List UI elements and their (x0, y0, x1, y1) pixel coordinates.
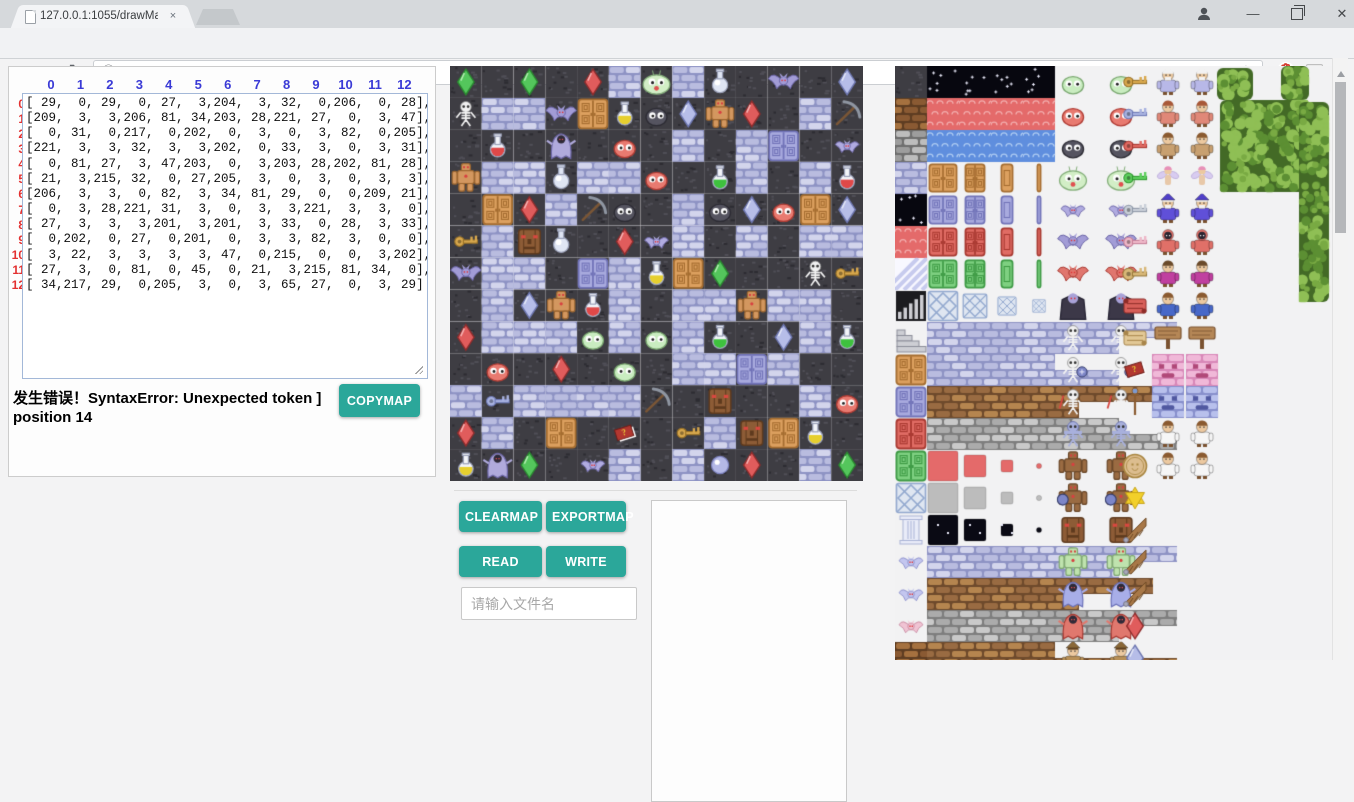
matrix-textarea[interactable] (22, 93, 428, 379)
error-message: 发生错误！SyntaxError: Unexpected token ] pos… (13, 389, 345, 427)
filename-input[interactable] (461, 587, 637, 620)
minimize-icon[interactable]: — (1245, 6, 1261, 22)
tab-title: 127.0.0.1:1055/drawMa (40, 10, 158, 24)
map-canvas[interactable] (450, 66, 863, 481)
textarea-resize-grip[interactable] (414, 365, 423, 374)
tileset-palette-canvas[interactable] (895, 66, 1332, 660)
scrollbar-thumb[interactable] (1335, 82, 1346, 233)
clearmap-button[interactable]: CLEARMAP (459, 501, 542, 532)
browser-tab[interactable]: 127.0.0.1:1055/drawMa × (22, 5, 184, 28)
write-button[interactable]: WRITE (546, 546, 626, 577)
col-header: 12 (389, 77, 419, 92)
browser-toolbar: ← → ↻ ⓘ 127.0.0.1:1055/drawMapGUI.html ☆… (0, 28, 1354, 59)
exportmap-button[interactable]: EXPORTMAP (546, 501, 626, 532)
col-header: 6 (213, 77, 243, 92)
page-favicon-icon (25, 10, 36, 24)
tab-close-icon[interactable]: × (167, 10, 179, 22)
close-icon[interactable]: ✕ (1334, 6, 1350, 22)
read-button[interactable]: READ (459, 546, 542, 577)
col-header: 2 (95, 77, 125, 92)
matrix-editor-panel: 0123456789101112 0123456789101112 发生错误！S… (8, 66, 436, 477)
export-output-box (651, 500, 847, 802)
col-header: 0 (36, 77, 66, 92)
col-header: 7 (242, 77, 272, 92)
col-header: 5 (183, 77, 213, 92)
col-header: 9 (301, 77, 331, 92)
col-header: 1 (65, 77, 95, 92)
col-header: 8 (272, 77, 302, 92)
col-header: 11 (360, 77, 390, 92)
copymap-button[interactable]: COPYMAP (339, 384, 420, 417)
profile-icon[interactable] (1196, 6, 1212, 22)
divider-line (454, 490, 857, 491)
col-header: 3 (124, 77, 154, 92)
col-header: 10 (331, 77, 361, 92)
col-header: 4 (154, 77, 184, 92)
browser-tab-bar: 127.0.0.1:1055/drawMa × — ✕ (0, 0, 1354, 28)
new-tab-button[interactable] (196, 9, 240, 25)
scrollbar-up-arrow-icon[interactable] (1337, 71, 1345, 77)
restore-icon[interactable] (1291, 8, 1303, 20)
page-scrollbar[interactable] (1332, 58, 1348, 660)
